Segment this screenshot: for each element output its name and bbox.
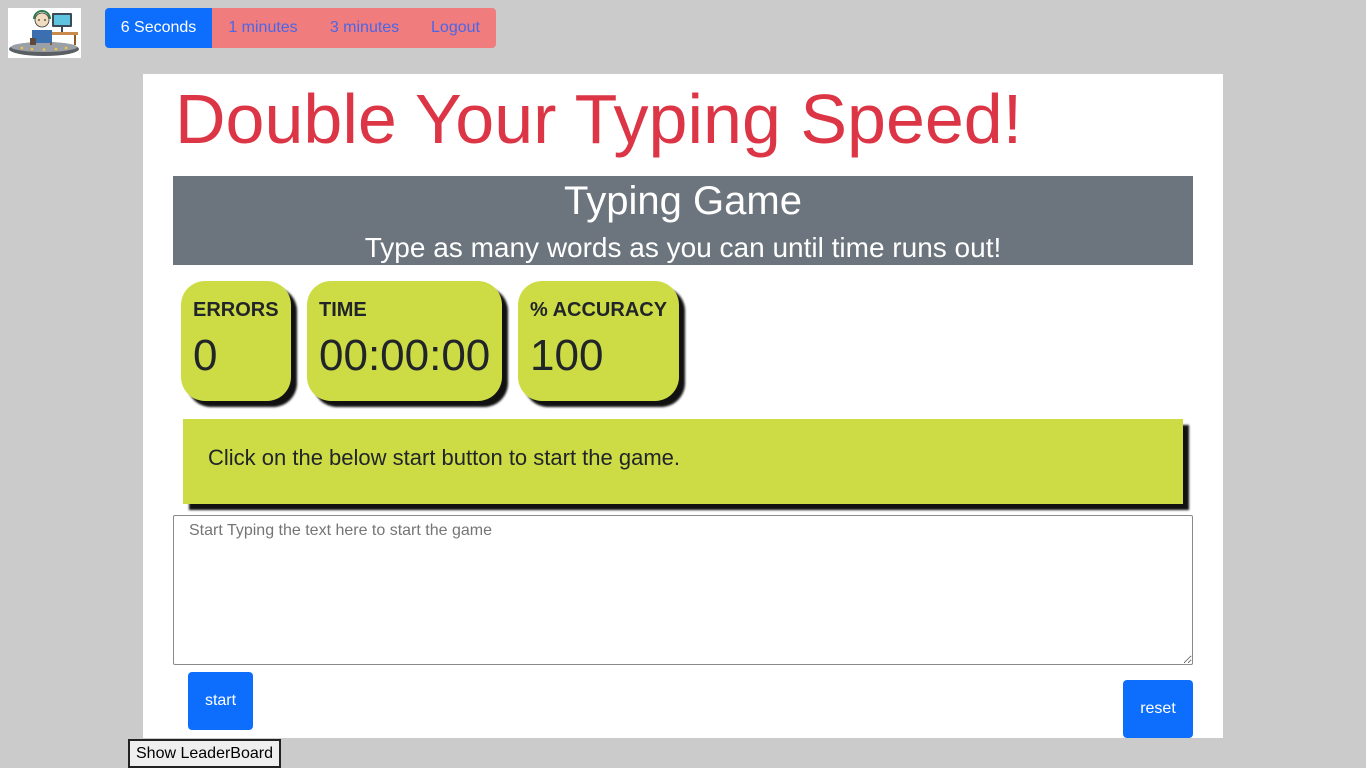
game-title: Typing Game xyxy=(564,179,802,223)
logo xyxy=(8,8,81,58)
time-card: TIME 00:00:00 xyxy=(307,281,502,401)
reset-button[interactable]: reset xyxy=(1123,680,1193,738)
errors-value: 0 xyxy=(193,331,218,380)
typist-at-desk-icon xyxy=(9,10,79,56)
show-leaderboard-button[interactable]: Show LeaderBoard xyxy=(128,739,281,768)
game-banner: Typing Game Type as many words as you ca… xyxy=(173,176,1193,265)
typing-input[interactable] xyxy=(173,515,1193,665)
accuracy-card: % ACCURACY 100 xyxy=(518,281,679,401)
logout-button[interactable]: Logout xyxy=(415,8,496,48)
page-title: Double Your Typing Speed! xyxy=(175,80,1023,158)
errors-card: ERRORS 0 xyxy=(181,281,291,401)
duration-6-seconds-button[interactable]: 6 Seconds xyxy=(105,8,212,48)
accuracy-label: % ACCURACY xyxy=(530,299,668,321)
duration-3-minutes-button[interactable]: 3 minutes xyxy=(314,8,415,48)
top-navigation: 6 Seconds 1 minutes 3 minutes Logout xyxy=(0,0,1366,70)
accuracy-value: 100 xyxy=(530,331,604,380)
duration-1-minute-button[interactable]: 1 minutes xyxy=(212,8,314,48)
errors-label: ERRORS xyxy=(193,299,279,321)
start-button[interactable]: start xyxy=(188,672,253,730)
quote-box: Click on the below start button to start… xyxy=(183,419,1183,504)
main-panel: Double Your Typing Speed! Typing Game Ty… xyxy=(143,74,1223,738)
quote-text: Click on the below start button to start… xyxy=(208,445,681,470)
time-value: 00:00:00 xyxy=(319,331,491,380)
game-subtitle: Type as many words as you can until time… xyxy=(364,232,1002,263)
time-label: TIME xyxy=(319,299,367,321)
